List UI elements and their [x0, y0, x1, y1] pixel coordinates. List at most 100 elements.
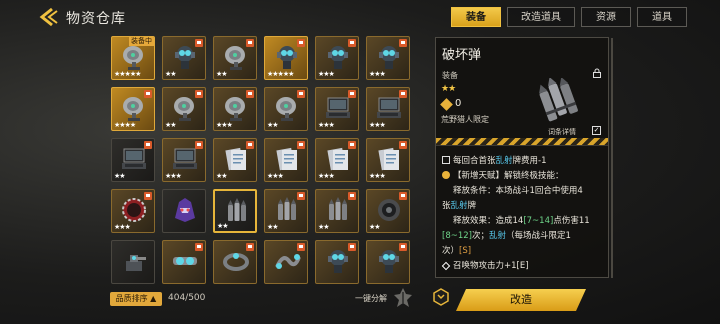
lens-icon: [378, 199, 400, 221]
talent-icon: [442, 171, 450, 179]
lock-icon: [144, 90, 152, 98]
lock-icon: [297, 90, 305, 98]
slot-stars: ★★★: [369, 70, 386, 78]
item-restriction: 荒野猎人限定: [441, 115, 489, 124]
inventory-slot[interactable]: ★★: [264, 87, 308, 131]
lock-icon: [399, 90, 407, 98]
slot-stars: ★★★: [318, 121, 335, 129]
inventory-slot[interactable]: ★★★: [366, 36, 410, 80]
slot-stars: ★★: [318, 223, 330, 231]
ammo-icon: [329, 197, 347, 220]
slot-stars: ★★★: [318, 172, 335, 180]
slot-stars: ★★★: [165, 172, 182, 180]
lock-icon: [246, 243, 254, 251]
lock-icon: [297, 141, 305, 149]
modify-gear-icon: [433, 288, 449, 306]
desc-line: [8~12]次；乱射（每场战斗限定1: [442, 231, 571, 241]
radar-dish-icon: [276, 97, 296, 121]
slot-stars: ★★: [165, 70, 177, 78]
lock-icon: [246, 141, 254, 149]
page-title: 物资仓库: [66, 11, 126, 27]
dismantle-icon[interactable]: [393, 287, 413, 309]
item-cost: 0: [455, 98, 462, 109]
lock-icon[interactable]: [592, 68, 602, 78]
desc-line: 【新增天赋】解锁终极技能：: [442, 169, 607, 184]
inventory-slot[interactable]: ★★: [315, 189, 359, 233]
inventory-slot[interactable]: ★★: [366, 189, 410, 233]
inventory-slot[interactable]: [366, 240, 410, 284]
radar-dish-icon: [123, 97, 143, 121]
inventory-count: 404/500: [168, 293, 206, 303]
radar-dish-icon: [225, 97, 245, 121]
inventory-slot[interactable]: ★★★: [162, 138, 206, 182]
inventory-slot[interactable]: [315, 240, 359, 284]
inventory-slot[interactable]: [162, 240, 206, 284]
lock-icon: [195, 90, 203, 98]
radar-dish-icon: [174, 97, 194, 121]
sort-by-quality-button[interactable]: 品质排序 ▲: [110, 292, 162, 306]
back-arrow-icon[interactable]: [38, 7, 60, 27]
desc-line: 张乱射牌: [442, 201, 477, 211]
tab-items[interactable]: 道具: [637, 7, 687, 27]
inventory-slot[interactable]: ★★: [162, 36, 206, 80]
inventory-slot[interactable]: ★★: [111, 138, 155, 182]
inventory-slot[interactable]: ★★★★★: [264, 36, 308, 80]
inventory-slot[interactable]: ★★: [213, 138, 257, 182]
detail-scrollbar[interactable]: [611, 38, 613, 278]
gear-ring-icon: [122, 198, 146, 222]
slot-stars: ★★: [217, 222, 229, 230]
cable-icon: [275, 254, 301, 269]
inventory-slot[interactable]: ★★★★: [111, 87, 155, 131]
top-bar: 物资仓库 装备 改造道具 资源 道具: [0, 0, 720, 34]
radar-dish-icon: [225, 46, 245, 70]
mech-head-icon: [175, 198, 195, 222]
item-stars: ★★: [441, 84, 456, 94]
slot-stars: ★★: [114, 172, 126, 180]
slot-stars: ★★★: [216, 121, 233, 129]
drone-icon: [379, 250, 399, 273]
lock-icon: [348, 243, 356, 251]
inventory-slot[interactable]: ★★★: [213, 87, 257, 131]
slot-stars: ★★★★★: [267, 70, 294, 78]
lock-icon: [144, 141, 152, 149]
slot-stars: ★★: [369, 223, 381, 231]
sort-label: 品质排序: [115, 294, 148, 303]
tab-equipment[interactable]: 装备: [451, 7, 501, 27]
inventory-slot[interactable]: ★★: [162, 87, 206, 131]
inventory-slot[interactable]: ★★★: [315, 87, 359, 131]
ammo-icon: [278, 197, 296, 220]
inventory-slot[interactable]: ★★: [213, 189, 257, 233]
hazard-stripe: [436, 138, 608, 145]
laptop-icon: [326, 97, 350, 118]
lock-icon: [195, 141, 203, 149]
modify-button[interactable]: 改造: [456, 289, 586, 311]
inventory-slot[interactable]: ★★: [213, 36, 257, 80]
inventory-slot[interactable]: [213, 240, 257, 284]
inventory-slot[interactable]: [264, 240, 308, 284]
inventory-slot[interactable]: ★★: [264, 189, 308, 233]
item-name: 破坏弹: [442, 48, 482, 63]
lock-icon: [399, 39, 407, 47]
inventory-slot[interactable]: ★★★: [366, 87, 410, 131]
inventory-slot[interactable]: 装备中 ★★★★★: [111, 36, 155, 80]
slot-stars: ★★: [216, 70, 228, 78]
card-icon: [442, 156, 450, 164]
tab-resources[interactable]: 资源: [581, 7, 631, 27]
lock-icon: [246, 90, 254, 98]
inventory-slot[interactable]: ★★★: [111, 189, 155, 233]
lock-icon: [246, 39, 254, 47]
inventory-slot[interactable]: ★★★: [366, 138, 410, 182]
document-icon: [378, 147, 399, 171]
inventory-slot[interactable]: ★★★: [315, 138, 359, 182]
inventory-slot[interactable]: [111, 240, 155, 284]
laptop-icon: [173, 148, 197, 169]
tab-modify-items[interactable]: 改造道具: [507, 7, 575, 27]
item-description: 每回合首张乱射牌费用-1 【新增天赋】解锁终极技能： 释放条件：本场战斗1回合中…: [441, 154, 607, 274]
inventory-slot[interactable]: ★★★: [264, 138, 308, 182]
desc-line: 释放条件：本场战斗1回合中使用4: [453, 186, 583, 196]
inventory-slot[interactable]: ★★★: [315, 36, 359, 80]
details-checkbox[interactable]: ✓: [592, 126, 601, 135]
lock-icon: [399, 243, 407, 251]
dismantle-all-label: 一键分解: [355, 294, 387, 303]
inventory-slot[interactable]: [162, 189, 206, 233]
